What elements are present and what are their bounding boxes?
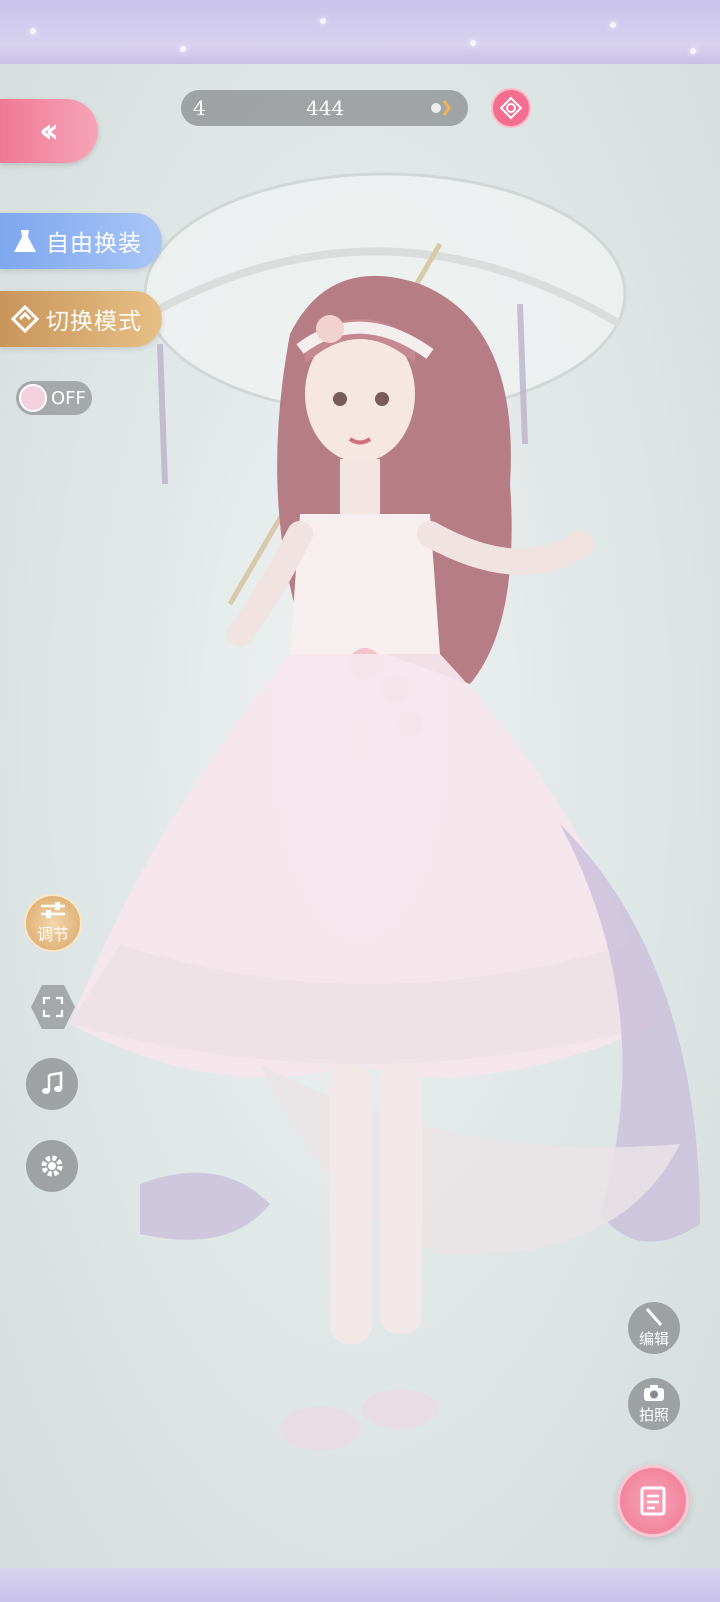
counter-value: 444 [306,96,345,120]
adjust-button[interactable]: 调节 [24,894,82,952]
edit-label: 编辑 [638,1330,669,1348]
sparkle [320,18,326,24]
camera-icon [644,1385,664,1401]
sparkle-icon [431,100,451,116]
photo-button[interactable]: 拍照 [628,1378,680,1430]
photo-frame-icon [499,96,523,120]
sparkle [470,40,476,46]
sliders-icon [41,902,65,918]
counter-left-value: 4 [193,96,206,120]
avatar-face-icon [19,384,47,412]
switch-mode-button[interactable]: 切换模式 [0,291,162,347]
save-button[interactable] [617,1465,689,1537]
switch-icon [10,304,40,334]
music-note-icon [42,1071,63,1094]
edit-button[interactable]: 编辑 [628,1302,680,1354]
toggle-state-label: OFF [51,387,86,409]
free-dress-label: 自由换装 [46,231,142,257]
dress-icon [14,230,36,252]
back-button[interactable]: ‹‹ [0,99,98,163]
adjust-label: 调节 [36,925,69,944]
save-document-icon [640,1486,666,1516]
character-stage[interactable] [0,64,720,1568]
sparkle [690,48,696,54]
fullscreen-icon [42,996,64,1018]
photo-frame-button[interactable] [491,88,531,128]
settings-button[interactable] [26,1140,78,1192]
character-illustration [70,172,700,1451]
bottom-decorative-band [0,1568,720,1602]
top-decorative-band [0,0,720,64]
currency-counter: 4 444 [181,90,468,126]
double-chevron-left-icon: ‹‹ [38,111,59,151]
switch-mode-label: 切换模式 [46,309,142,335]
music-button[interactable] [26,1058,78,1110]
sparkle [30,28,36,34]
avatar-toggle[interactable]: OFF [16,381,92,415]
pencil-icon [645,1308,663,1326]
sparkle [610,22,616,28]
photo-label: 拍照 [638,1406,669,1424]
free-dress-button[interactable]: 自由换装 [0,213,162,269]
sparkle [180,46,186,52]
gear-icon [41,1155,63,1177]
